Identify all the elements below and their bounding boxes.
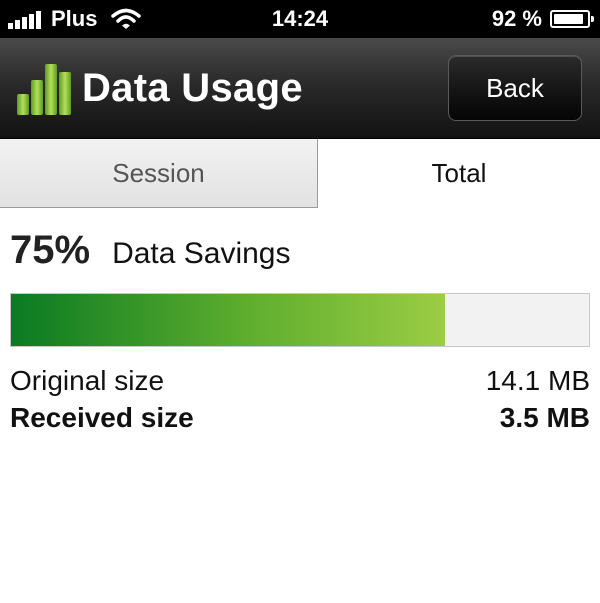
back-button[interactable]: Back [448, 55, 582, 121]
bar-chart-logo-icon [17, 64, 71, 115]
data-usage-screen: Plus 14:24 92 % Data Usage Back Session … [0, 0, 600, 603]
tab-session[interactable]: Session [0, 139, 318, 208]
battery-icon [550, 10, 594, 28]
tab-total[interactable]: Total [318, 139, 600, 208]
usage-tabs: Session Total [0, 139, 600, 208]
status-right: 92 % [491, 6, 594, 32]
received-size-label: Received size [10, 402, 194, 433]
original-size-row: Original size 14.1 MB [10, 365, 590, 397]
page-title: Data Usage [82, 66, 303, 110]
savings-summary: 75% Data Savings [10, 228, 291, 273]
received-size-row: Received size 3.5 MB [10, 402, 590, 434]
original-size-value: 14.1 MB [485, 365, 590, 396]
savings-percent: 75% [10, 228, 91, 272]
savings-progress-fill [11, 294, 445, 346]
savings-progress-bar [10, 293, 590, 347]
received-size-value: 3.5 MB [499, 402, 590, 433]
status-bar: Plus 14:24 92 % [0, 0, 600, 38]
navigation-header: Data Usage Back [0, 38, 600, 139]
original-size-label: Original size [10, 365, 165, 396]
savings-label: Data Savings [112, 237, 291, 270]
battery-percent: 92 % [491, 6, 542, 31]
